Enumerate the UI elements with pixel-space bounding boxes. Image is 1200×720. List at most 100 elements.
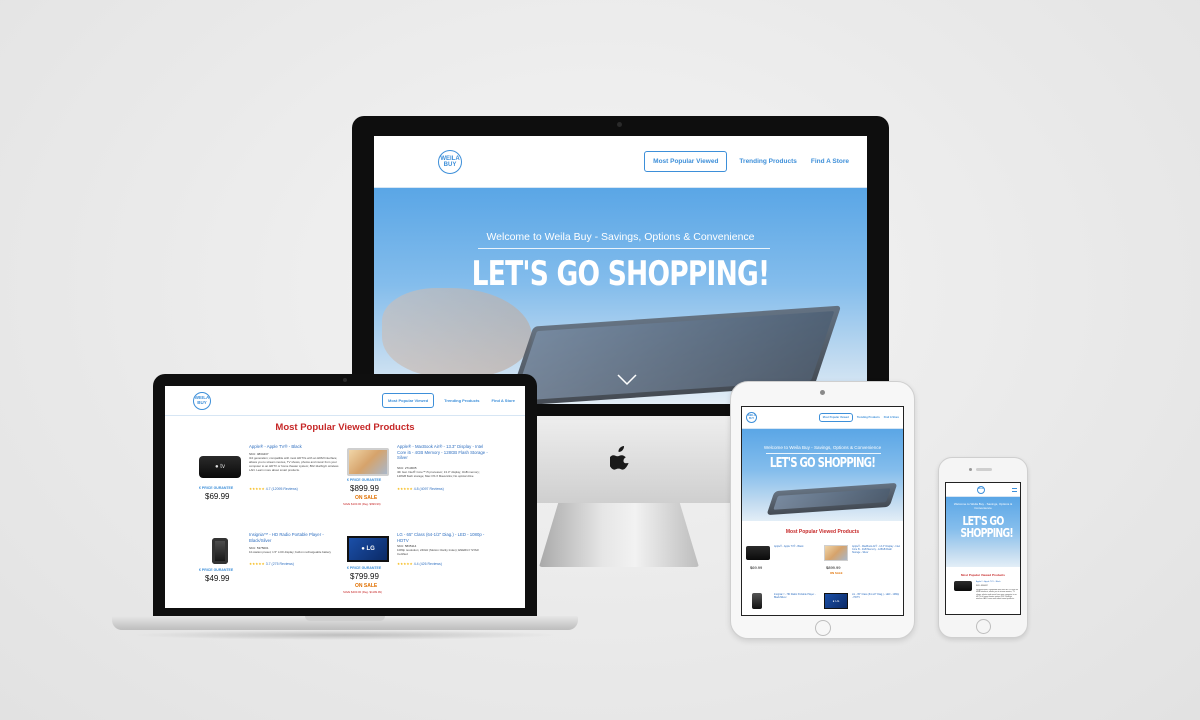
imac-bezel: WEILA BUY Most Popular Viewed Trending P…: [352, 116, 889, 416]
savings-text: SAVE $400.00 (Reg. $1199.99): [343, 590, 382, 594]
product-name[interactable]: Insignia™ - HD Radio Portable Player - B…: [774, 593, 819, 599]
phone-device: WEILA Welcome to Weila Buy - Savings, Op…: [938, 457, 1028, 638]
product-price: $49.99: [205, 574, 230, 583]
hero-title: LET'S GO SHOPPING!: [471, 254, 770, 294]
product-description: 3rd generation; compatible with most HDT…: [976, 589, 1018, 601]
nav-trending[interactable]: Trending Products: [739, 158, 796, 165]
product-name[interactable]: LG - 65" Class (64-1/2" Diag.) - LED - 1…: [852, 593, 900, 599]
laptop-camera: [343, 378, 347, 382]
laptop-device: WEILA BUY Most Popular Viewed Trending P…: [112, 374, 578, 642]
product-image-lg-tv[interactable]: ● LG: [347, 536, 389, 562]
product-card[interactable]: € PRICE GURANTEE $49.99 Insignia™ - HD R…: [199, 532, 349, 602]
rating-reviews[interactable]: 3.7 (275 Reviews): [266, 562, 294, 566]
logo-text-bottom: BUY: [443, 161, 457, 168]
phone-camera: [969, 468, 972, 471]
product-image-appletv[interactable]: [746, 546, 770, 560]
section-title: Most Popular Viewed Products: [961, 573, 1005, 577]
rating-reviews[interactable]: 4.8 (4097 Reviews): [414, 487, 444, 491]
tablet-screen: WEILA BUY Most Popular Viewed Trending P…: [741, 406, 904, 616]
product-description: 3rd generation; compatible with most HDT…: [249, 456, 339, 472]
laptop-screen: WEILA BUY Most Popular Viewed Trending P…: [165, 386, 525, 608]
laptop-notch: [305, 616, 385, 621]
product-rating: ★★★★★ 4.8 (4097 Reviews): [397, 487, 444, 491]
product-description: 1080p resolution; 240Hz (Motion Clarity …: [397, 548, 479, 556]
hamburger-menu-icon[interactable]: [1012, 487, 1017, 492]
on-sale-badge: ON SALE: [355, 583, 378, 589]
product-rating: ★★★★★ 4.4 (426 Reviews): [397, 562, 442, 566]
phone-home-button[interactable]: [976, 619, 991, 634]
tablet-home-button[interactable]: [815, 620, 831, 636]
product-price: $69.99: [205, 492, 230, 501]
hero-subtitle: Welcome to Weila Buy - Savings, Options …: [953, 502, 1013, 510]
product-image-radio[interactable]: [212, 538, 228, 564]
product-rating: ★★★★★ 4.7 (12095 Reviews): [249, 487, 298, 491]
main-nav: Most Popular Viewed Trending Products Fi…: [818, 413, 899, 422]
product-name[interactable]: Apple® - MacBook Air® - 13.3" Display - …: [852, 545, 900, 554]
hero-banner: Welcome to Weila Buy - Savings, Options …: [374, 188, 867, 404]
imac-camera: [617, 122, 622, 127]
nav-trending[interactable]: Trending Products: [857, 416, 880, 419]
product-name[interactable]: LG - 65" Class (64-1/2" Diag.) - LED - 1…: [397, 532, 493, 543]
section-title: Most Popular Viewed Products: [275, 422, 415, 433]
rating-reviews[interactable]: 4.7 (12095 Reviews): [266, 487, 298, 491]
logo[interactable]: WEILA BUY: [193, 391, 211, 410]
main-nav: Most Popular Viewed Trending Products Fi…: [644, 151, 849, 172]
hero-divider: [766, 453, 881, 454]
price-guarantee: € PRICE GURANTEE: [199, 486, 234, 490]
hero-title: LET'S GO SHOPPING!: [769, 456, 876, 471]
on-sale-badge: ON SALE: [355, 495, 378, 501]
logo[interactable]: WEILA BUY: [746, 412, 757, 423]
product-name[interactable]: Insignia™ - HD Radio Portable Player - B…: [249, 532, 344, 543]
price-guarantee: € PRICE GURANTEE: [347, 478, 382, 482]
logo[interactable]: WEILA: [976, 485, 985, 494]
hero-subtitle: Welcome to Weila Buy - Savings, Options …: [763, 445, 882, 450]
product-card[interactable]: ● tv € PRICE GURANTEE $69.99 Apple® - Ap…: [199, 444, 349, 514]
product-rating: ★★★★★ 3.7 (275 Reviews): [249, 562, 294, 566]
nav-trending[interactable]: Trending Products: [444, 398, 479, 403]
nav-find-store[interactable]: Find A Store: [884, 416, 899, 419]
product-card[interactable]: ● LG € PRICE GURANTEE $799.99 ON SALE SA…: [343, 532, 497, 604]
chevron-down-icon[interactable]: [617, 374, 637, 386]
phone-speaker: [976, 468, 992, 471]
product-card[interactable]: € PRICE GURANTEE $899.99 ON SALE SAVE $1…: [343, 444, 497, 516]
rating-stars: ★★★★★: [249, 487, 265, 491]
hand-image: [382, 288, 532, 378]
logo[interactable]: WEILA BUY: [438, 149, 462, 174]
product-price: $799.99: [350, 572, 379, 581]
nav-most-popular[interactable]: Most Popular Viewed: [818, 413, 853, 422]
hero-subtitle: Welcome to Weila Buy - Savings, Options …: [486, 231, 755, 243]
site-header: WEILA BUY Most Popular Viewed Trending P…: [165, 386, 525, 416]
product-name[interactable]: Apple® - Apple TV® - Black: [249, 444, 344, 449]
nav-most-popular[interactable]: Most Popular Viewed: [382, 393, 435, 408]
product-name[interactable]: Apple® - MacBook Air® - 13.3" Display - …: [397, 444, 493, 461]
hero-divider: [478, 248, 770, 249]
imac-screen: WEILA BUY Most Popular Viewed Trending P…: [374, 136, 867, 404]
hero-title: LET'S GO SHOPPING!: [960, 514, 1013, 540]
logo-text-top: WEILA: [977, 487, 984, 490]
product-price: $899.99: [826, 565, 841, 570]
product-image-radio[interactable]: [752, 593, 762, 609]
product-image-macbook[interactable]: [824, 545, 848, 561]
rating-stars: ★★★★★: [397, 487, 413, 491]
laptop-shadow: [132, 630, 558, 640]
apple-logo-icon: [610, 446, 629, 470]
product-image-appletv[interactable]: ● tv: [199, 456, 241, 478]
product-image-lg-tv[interactable]: ● LG: [824, 593, 848, 609]
product-image-appletv[interactable]: [954, 581, 972, 591]
rating-reviews[interactable]: 4.4 (426 Reviews): [414, 562, 442, 566]
nav-most-popular[interactable]: Most Popular Viewed: [644, 151, 728, 172]
section-title: Most Popular Viewed Products: [785, 529, 860, 535]
on-sale-badge: ON SALE: [830, 571, 843, 575]
product-name[interactable]: Apple® - Apple TV® - Black: [774, 545, 819, 548]
product-price: $69.99: [750, 565, 763, 570]
logo-text-bottom: BUY: [748, 416, 755, 420]
nav-find-store[interactable]: Find A Store: [811, 158, 849, 165]
price-guarantee: € PRICE GURANTEE: [347, 566, 382, 570]
hero-banner: Welcome to Weila Buy - Savings, Options …: [946, 497, 1020, 567]
product-sku: SKU: 4834437: [976, 585, 988, 587]
product-name[interactable]: Apple® - Apple TV® - Black: [976, 581, 1018, 583]
phone-screen: WEILA Welcome to Weila Buy - Savings, Op…: [945, 482, 1021, 615]
nav-find-store[interactable]: Find A Store: [492, 398, 515, 403]
hero-tablet-image: [766, 482, 898, 516]
product-image-macbook[interactable]: [347, 448, 389, 476]
